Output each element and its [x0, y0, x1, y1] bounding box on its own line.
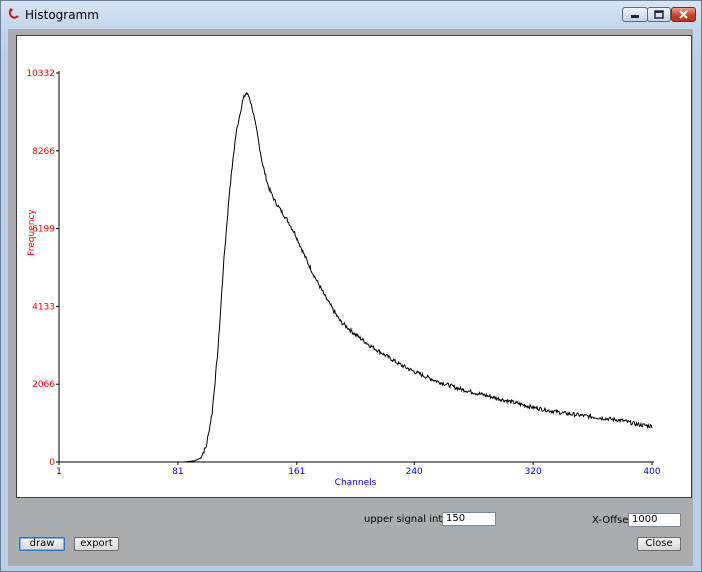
window-title: Histogramm [25, 8, 99, 22]
x-offset-input[interactable]: 1000 [628, 513, 681, 527]
draw-button[interactable]: draw [19, 537, 65, 551]
x-tick-label: 161 [288, 467, 305, 477]
x-axis-label: Channels [335, 478, 377, 488]
histogram-chart: 02066413361998266103321 81 161 240 320 400 Fr… [26, 69, 660, 488]
y-tick-label: 8266 [32, 147, 55, 157]
close-button[interactable]: Close [637, 537, 681, 551]
minimize-icon [631, 15, 639, 18]
x-tick-label: 240 [406, 467, 423, 477]
client-area: 0 2066 4133 6199 8266 10332 1 81 161 240 320 400 Fr… [8, 29, 693, 566]
minimize-button[interactable] [622, 7, 648, 22]
export-button[interactable]: export [74, 537, 119, 551]
x-tick-label: 400 [643, 467, 660, 477]
app-icon [8, 8, 19, 19]
frequency-curve [59, 91, 653, 463]
y-tick-label: 0 [49, 458, 55, 468]
y-tick-label: 10332 [26, 69, 55, 79]
close-window-button[interactable] [671, 7, 696, 22]
x-tick-label: 1 [56, 467, 62, 477]
y-axis-label: Frequency [27, 209, 37, 256]
maximize-button[interactable] [647, 7, 671, 22]
plot-area: 0 2066 4133 6199 8266 10332 1 81 161 240 320 400 Fr… [16, 35, 692, 498]
y-tick-label: 4133 [32, 302, 55, 312]
histogram-window: Histogramm 0 2066 4133 6199 8266 10332 1 81 161 2… [0, 0, 702, 572]
close-icon [679, 10, 688, 19]
x-offset-label: X-Offset [592, 515, 633, 526]
x-tick-label: 320 [525, 467, 542, 477]
y-tick-label: 2066 [32, 380, 55, 390]
title-bar[interactable]: Histogramm [1, 1, 701, 31]
x-tick-label: 81 [172, 467, 183, 477]
maximize-icon [654, 10, 664, 19]
upper-signal-intensity-input[interactable]: 150 [442, 512, 496, 526]
